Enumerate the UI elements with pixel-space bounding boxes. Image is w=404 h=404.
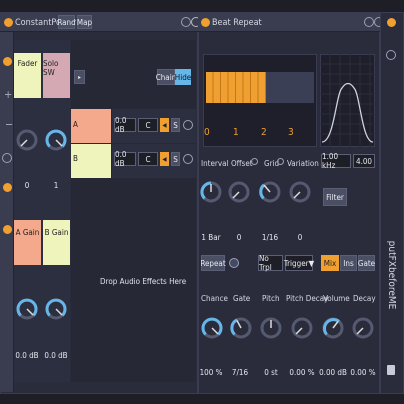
repeat-indicator-icon bbox=[229, 258, 239, 268]
side-device-text: putFXbeforeME bbox=[386, 240, 398, 310]
chain-b-volume[interactable]: 0.0 dB bbox=[114, 150, 136, 168]
volume-knob[interactable] bbox=[321, 316, 345, 340]
variation-value: 0 bbox=[297, 233, 303, 242]
beat-repeat-hotswap-icon[interactable] bbox=[364, 17, 374, 27]
macro1-label-box[interactable]: Fader bbox=[14, 53, 41, 98]
repeat-grid-lines bbox=[206, 72, 266, 103]
rand-button[interactable]: Rand bbox=[57, 15, 76, 29]
chain-button[interactable]: Chain bbox=[156, 69, 176, 85]
gate-knob[interactable] bbox=[229, 316, 253, 340]
repeat-button[interactable]: Repeat bbox=[200, 255, 226, 271]
offset-value: 0 bbox=[236, 233, 242, 242]
gate-label: Gate bbox=[233, 294, 251, 303]
pitch-decay-value: 0.00 % bbox=[289, 368, 315, 377]
chance-value: 100 % bbox=[199, 368, 223, 377]
pitch-knob[interactable] bbox=[259, 316, 283, 340]
pitch-label: Pitch bbox=[262, 294, 280, 303]
devices-view-icon[interactable] bbox=[3, 225, 12, 234]
variation-knob[interactable] bbox=[288, 180, 312, 204]
macro4-knob[interactable] bbox=[44, 297, 68, 321]
decay-value: 0.00 % bbox=[350, 368, 376, 377]
offset-sync-icon[interactable] bbox=[251, 158, 258, 165]
offset-knob[interactable] bbox=[227, 180, 251, 204]
filter-button[interactable]: Filter bbox=[323, 188, 347, 206]
pitch-decay-knob[interactable] bbox=[290, 316, 314, 340]
grid-num-2: 2 bbox=[261, 127, 267, 138]
no-triplet-button[interactable]: No Trpl bbox=[258, 254, 283, 272]
macro2-label-box[interactable]: Solo SW bbox=[43, 53, 70, 98]
grid-knob[interactable] bbox=[258, 180, 282, 204]
grid-num-1: 1 bbox=[233, 127, 239, 138]
macro3-label-box[interactable]: A Gain bbox=[14, 220, 41, 265]
chain-a-volume[interactable]: 0.0 dB bbox=[114, 116, 136, 134]
beat-repeat-power-icon[interactable] bbox=[201, 18, 210, 27]
side-save-icon[interactable] bbox=[387, 365, 395, 375]
trigger-dropdown[interactable]: Trigger▼ bbox=[284, 255, 314, 271]
macro4-label-box[interactable]: B Gain bbox=[43, 220, 70, 265]
variation-label: Variation bbox=[287, 159, 319, 168]
chain-expand-button[interactable]: ▸ bbox=[74, 70, 85, 84]
macro2-value: 1 bbox=[53, 181, 59, 190]
chain-a-hotswap-icon[interactable] bbox=[183, 120, 193, 130]
hide-button[interactable]: Hide bbox=[175, 69, 191, 85]
side-strip bbox=[380, 12, 404, 394]
side-device-label: putFXbeforeME bbox=[382, 241, 402, 310]
volume-label: Volume bbox=[323, 294, 350, 303]
gate-value: 7/16 bbox=[231, 368, 249, 377]
chain-b-speaker-icon[interactable]: ◀ bbox=[160, 152, 169, 166]
pitch-value: 0 st bbox=[264, 368, 278, 377]
chance-label: Chance bbox=[201, 294, 228, 303]
chance-knob[interactable] bbox=[200, 316, 224, 340]
interval-label: Interval bbox=[201, 159, 229, 168]
chain-a-speaker-icon[interactable]: ◀ bbox=[160, 118, 169, 132]
filter-width-field[interactable]: 4.00 bbox=[353, 154, 375, 168]
macro1-knob[interactable] bbox=[15, 128, 39, 152]
chain-b-solo[interactable]: S bbox=[171, 152, 180, 166]
offset-label: Offset bbox=[231, 159, 253, 168]
macro2-knob[interactable] bbox=[44, 128, 68, 152]
macro3-knob[interactable] bbox=[15, 297, 39, 321]
decay-knob[interactable] bbox=[351, 316, 375, 340]
side-power-icon[interactable] bbox=[387, 18, 396, 27]
volume-value: 0.00 dB bbox=[319, 368, 347, 377]
filter-freq-field[interactable]: 1.00 kHz bbox=[321, 152, 351, 170]
chain-b-pan[interactable]: C bbox=[138, 152, 158, 166]
grid-value: 1/16 bbox=[261, 233, 279, 242]
rack-left-strip bbox=[0, 32, 14, 392]
beat-repeat-title: Beat Repeat bbox=[212, 18, 262, 28]
add-icon[interactable]: + bbox=[4, 88, 12, 101]
chain-view-icon[interactable] bbox=[3, 183, 12, 192]
mix-mode-button[interactable]: Mix bbox=[321, 255, 339, 271]
chain-list-icon[interactable] bbox=[2, 153, 12, 163]
remove-icon[interactable]: − bbox=[5, 118, 13, 131]
chain-list bbox=[71, 40, 196, 382]
drop-effects-hint[interactable]: Drop Audio Effects Here bbox=[100, 277, 186, 286]
rack-hotswap-icon[interactable] bbox=[181, 17, 191, 27]
grid-num-0: 0 bbox=[204, 127, 210, 138]
chain-a-solo[interactable]: S bbox=[171, 118, 180, 132]
filter-curve bbox=[320, 54, 375, 147]
side-hotswap-icon[interactable] bbox=[386, 50, 396, 60]
grid-sync-icon[interactable] bbox=[277, 158, 284, 165]
rack-power-icon[interactable] bbox=[4, 18, 13, 27]
map-button[interactable]: Map bbox=[77, 15, 92, 29]
chain-a-pan[interactable]: C bbox=[138, 118, 158, 132]
chain-b-name: B bbox=[73, 154, 78, 163]
chain-b-hotswap-icon[interactable] bbox=[183, 154, 193, 164]
gate-mode-button[interactable]: Gate bbox=[358, 255, 375, 271]
insert-mode-button[interactable]: Ins bbox=[340, 255, 357, 271]
interval-value: 1 Bar bbox=[201, 233, 221, 242]
macro-view-icon[interactable] bbox=[3, 57, 12, 66]
macro1-value: 0 bbox=[24, 181, 30, 190]
chain-a-name: A bbox=[73, 120, 78, 129]
grid-num-3: 3 bbox=[288, 127, 294, 138]
macro4-value: 0.0 dB bbox=[44, 351, 68, 360]
decay-label: Decay bbox=[353, 294, 376, 303]
interval-knob[interactable] bbox=[199, 180, 223, 204]
